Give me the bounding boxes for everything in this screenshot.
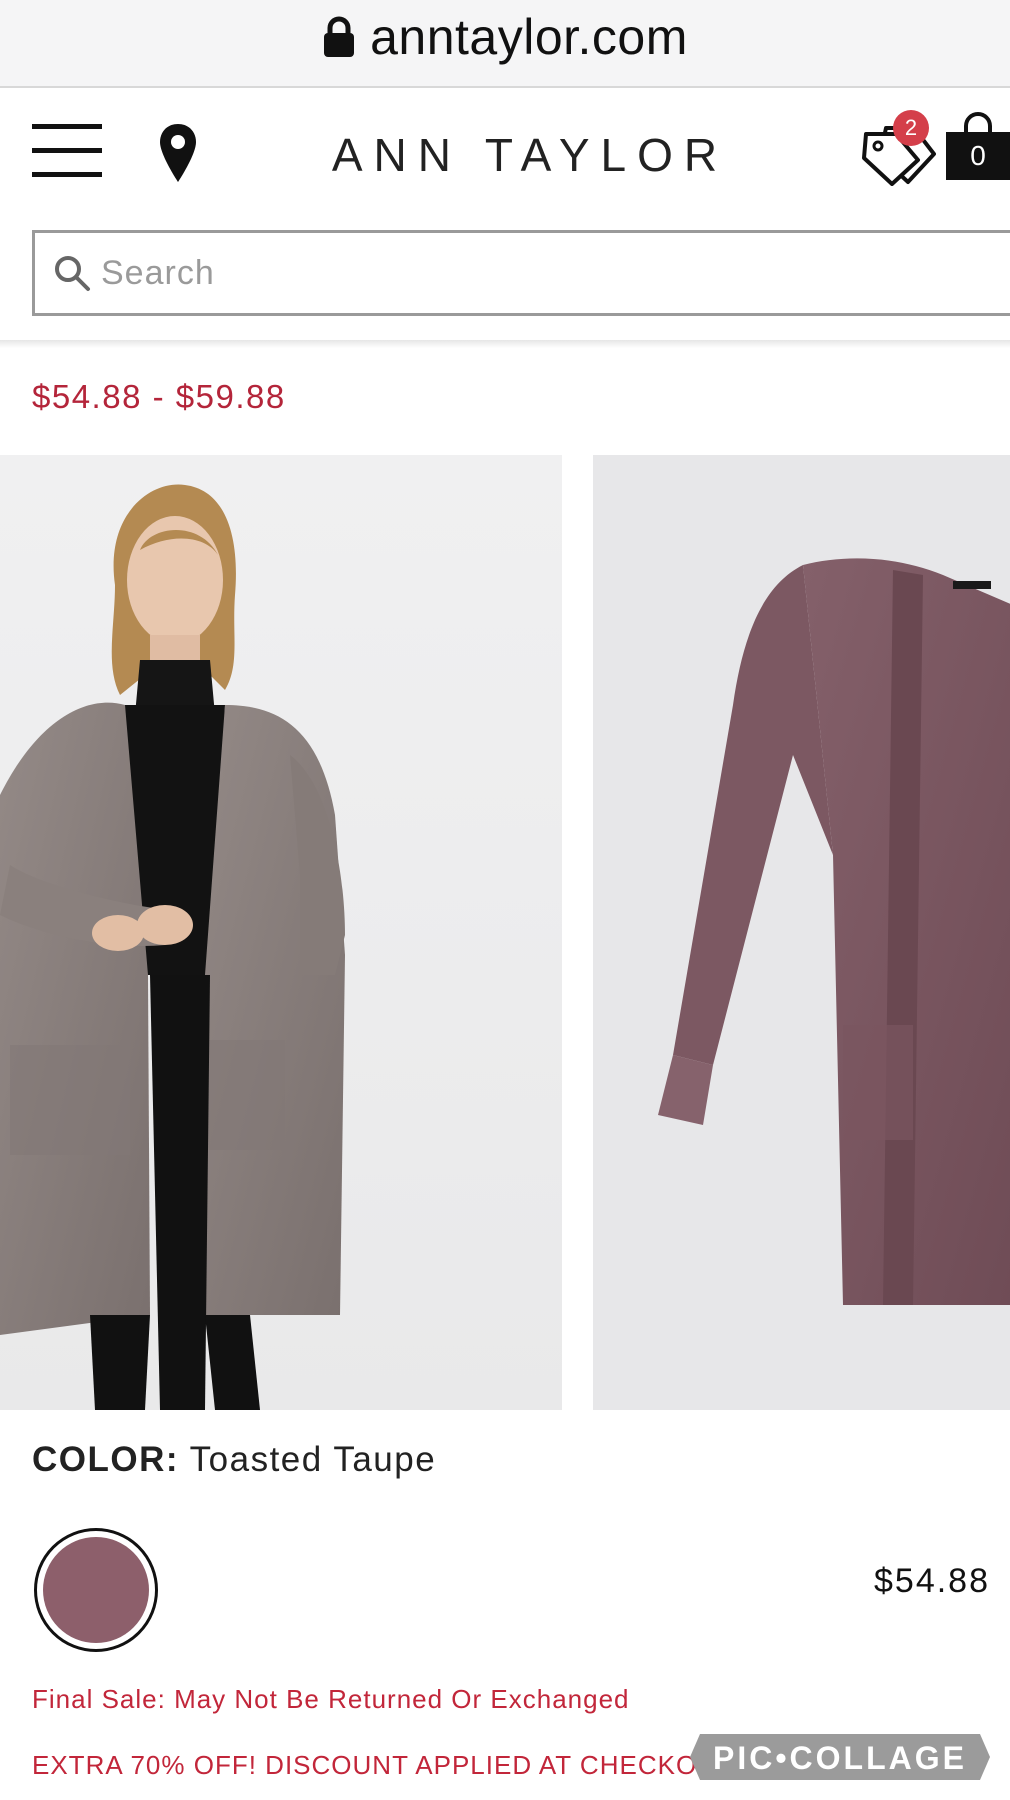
location-pin-icon[interactable] xyxy=(158,122,198,184)
promo-banner: EXTRA 70% OFF! DISCOUNT APPLIED AT CHECK… xyxy=(32,1750,734,1780)
color-name: Toasted Taupe xyxy=(189,1440,437,1479)
product-image-model[interactable] xyxy=(0,455,562,1410)
search-bar[interactable] xyxy=(32,230,1010,316)
brand-logo[interactable]: ANN TAYLOR xyxy=(300,128,760,182)
color-swatch-toasted-taupe[interactable] xyxy=(34,1528,158,1652)
header-divider xyxy=(0,340,1010,348)
search-icon xyxy=(55,256,90,291)
swatch-fill xyxy=(43,1537,149,1643)
color-label: COLOR: xyxy=(32,1440,180,1479)
bag-count[interactable]: 0 xyxy=(946,132,1010,180)
lock-icon xyxy=(324,16,355,57)
site-header: ANN TAYLOR 2 0 xyxy=(0,90,1010,220)
search-input[interactable] xyxy=(101,253,901,293)
menu-icon[interactable] xyxy=(32,124,102,180)
product-price: $54.88 xyxy=(874,1562,990,1600)
product-image-flat[interactable] xyxy=(593,455,1010,1410)
offers-count-badge: 2 xyxy=(893,110,929,146)
browser-address-bar[interactable]: anntaylor.com xyxy=(0,0,1010,88)
price-range: $54.88 - $59.88 xyxy=(32,378,286,415)
watermark-text: PIC•COLLAGE xyxy=(713,1740,967,1776)
color-selection-label: COLOR: Toasted Taupe xyxy=(32,1440,436,1480)
final-sale-notice: Final Sale: May Not Be Returned Or Excha… xyxy=(32,1684,630,1714)
address-url: anntaylor.com xyxy=(370,9,688,65)
